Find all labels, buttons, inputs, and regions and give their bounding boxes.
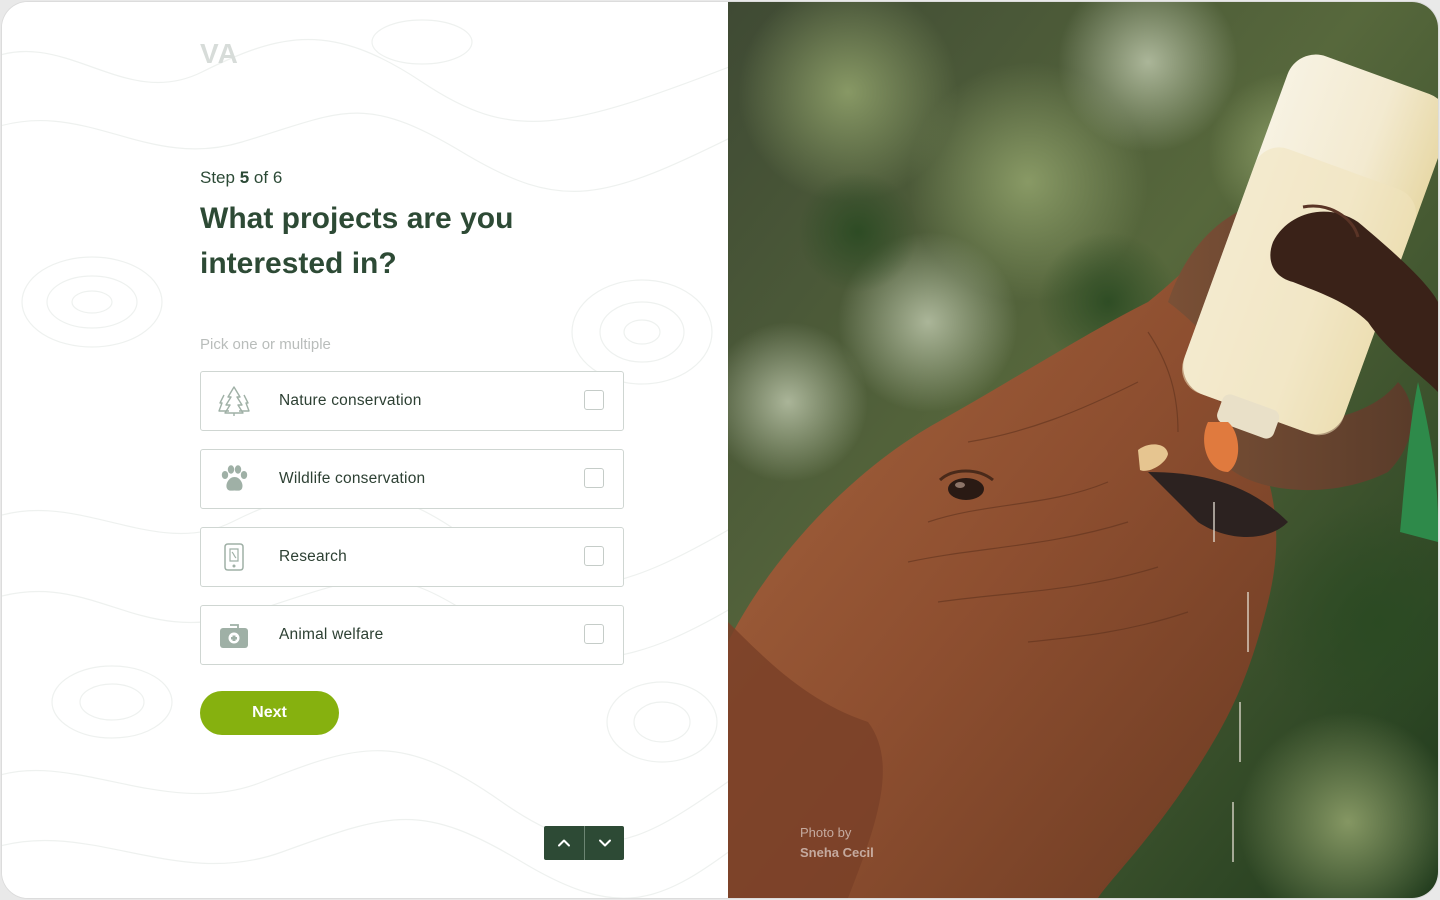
device-icon	[217, 540, 251, 574]
step-indicator: Step 5 of 6	[200, 168, 282, 188]
next-button[interactable]: Next	[200, 691, 339, 735]
chevron-down-icon	[598, 839, 611, 847]
question-title: What projects are you interested in?	[200, 202, 514, 280]
checkbox[interactable]	[584, 624, 604, 644]
option-animal-welfare[interactable]: Animal welfare	[200, 605, 624, 665]
option-wildlife-conservation[interactable]: Wildlife conservation	[200, 449, 624, 509]
option-label: Nature conservation	[279, 392, 422, 409]
trees-icon	[217, 384, 251, 418]
photo-panel: Photo by Sneha Cecil	[728, 2, 1438, 898]
previous-step-button[interactable]	[544, 826, 584, 860]
app-window: VA Step 5 of 6 What projects are you int…	[2, 2, 1438, 898]
option-nature-conservation[interactable]: Nature conservation	[200, 371, 624, 431]
step-navigation	[544, 826, 624, 860]
step-separator: of	[253, 168, 269, 187]
checkbox[interactable]	[584, 546, 604, 566]
form-panel: VA Step 5 of 6 What projects are you int…	[2, 2, 728, 898]
vet-kit-icon	[217, 618, 251, 652]
checkbox[interactable]	[584, 390, 604, 410]
brand-logo: VA	[200, 38, 239, 69]
options-list: Nature conservation Wildlife conservatio…	[200, 371, 624, 683]
step-prefix: Step	[200, 168, 235, 187]
chevron-up-icon	[558, 839, 570, 847]
photo-credit: Photo by Sneha Cecil	[800, 823, 874, 863]
question-hint: Pick one or multiple	[200, 336, 331, 353]
option-label: Research	[279, 548, 347, 565]
next-step-button[interactable]	[584, 826, 624, 860]
option-label: Animal welfare	[279, 626, 384, 643]
photo-credit-name: Sneha Cecil	[800, 845, 874, 860]
option-label: Wildlife conservation	[279, 470, 426, 487]
step-current: 5	[239, 168, 250, 187]
paw-icon	[217, 462, 251, 496]
elephant-photo	[728, 2, 1438, 898]
checkbox[interactable]	[584, 468, 604, 488]
option-research[interactable]: Research	[200, 527, 624, 587]
step-total: 6	[272, 168, 283, 187]
photo-credit-prefix: Photo by	[800, 825, 852, 840]
